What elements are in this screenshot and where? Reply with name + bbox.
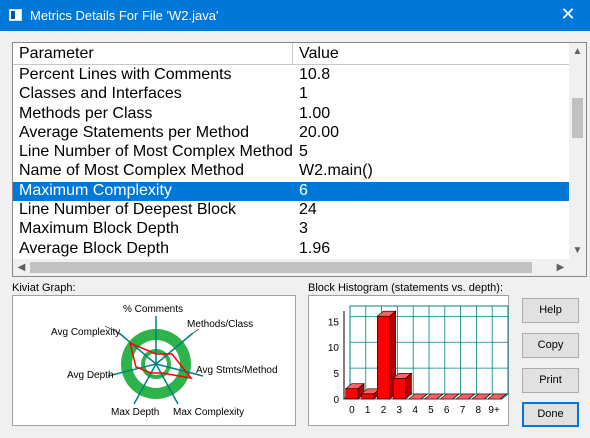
scroll-left-icon[interactable]: ◀ <box>13 259 30 276</box>
histogram-bar <box>361 393 375 400</box>
app-icon <box>9 9 22 21</box>
horizontal-scroll-thumb[interactable] <box>30 262 532 273</box>
column-header-parameter[interactable]: Parameter <box>19 45 94 63</box>
print-button[interactable]: Print <box>522 368 579 393</box>
kiviat-graph: % Comments Methods/Class Avg Stmts/Metho… <box>12 295 296 426</box>
parameter-cell: Methods per Class <box>19 104 153 122</box>
kiviat-axis-label: Avg Complexity <box>51 327 120 338</box>
histogram-x-tick-label: 2 <box>381 405 387 416</box>
parameter-cell: Line Number of Deepest Block <box>19 201 236 219</box>
histogram-x-tick-label: 5 <box>428 405 434 416</box>
parameter-cell: Percent Lines with Comments <box>19 66 232 83</box>
value-cell: 5 <box>299 143 308 161</box>
histogram-x-tick-label: 0 <box>349 405 355 416</box>
parameter-cell: Average Block Depth <box>19 239 170 257</box>
block-histogram: 15 10 5 0 0 1 2 3 4 5 6 7 8 9+ <box>308 295 510 426</box>
value-cell: 24 <box>299 201 317 219</box>
column-header-value[interactable]: Value <box>299 45 339 63</box>
value-cell: 10.8 <box>299 66 331 83</box>
parameter-cell: Classes and Interfaces <box>19 85 182 103</box>
close-button[interactable]: ✕ <box>546 0 590 31</box>
vertical-scroll-thumb[interactable] <box>572 98 583 138</box>
parameter-cell: Maximum Complexity <box>19 181 172 199</box>
copy-button[interactable]: Copy <box>522 333 579 358</box>
help-button[interactable]: Help <box>522 298 579 323</box>
histogram-y-tick-label: 5 <box>333 369 339 380</box>
kiviat-axis-label: Max Depth <box>111 407 159 418</box>
table-row[interactable]: Name of Most Complex Method W2.main() <box>13 162 569 181</box>
value-cell: 1.00 <box>299 104 331 122</box>
scroll-right-icon[interactable]: ▶ <box>552 259 569 276</box>
histogram-x-tick-label: 3 <box>397 405 403 416</box>
value-cell: 6 <box>299 181 308 199</box>
scroll-up-icon[interactable]: ▲ <box>569 43 586 60</box>
value-cell: 1.96 <box>299 239 331 257</box>
parameter-cell: Name of Most Complex Method <box>19 162 244 180</box>
histogram-y-tick-label: 15 <box>328 317 340 328</box>
horizontal-scrollbar[interactable]: ◀ ▶ <box>13 259 569 276</box>
histogram-x-tick-label: 8 <box>476 405 482 416</box>
kiviat-axis-label: Methods/Class <box>187 319 253 330</box>
table-header: Parameter Value <box>13 43 569 65</box>
histogram-x-tick-label: 7 <box>460 405 466 416</box>
histogram-y-tick-label: 10 <box>328 343 340 354</box>
table-row[interactable]: Percent Lines with Comments 10.8 <box>13 66 569 85</box>
kiviat-svg: % Comments Methods/Class Avg Stmts/Metho… <box>51 304 278 418</box>
dialog-body: Parameter Value Percent Lines with Comme… <box>1 31 589 438</box>
histogram-bar <box>345 388 359 400</box>
histogram-x-tick-label: 9+ <box>488 405 500 416</box>
table-row[interactable]: Line Number of Deepest Block 24 <box>13 201 569 220</box>
vertical-scrollbar[interactable]: ▲ ▼ <box>569 43 586 259</box>
table-rows: Percent Lines with Comments 10.8 Classes a… <box>13 66 569 259</box>
table-row[interactable]: Maximum Block Depth 3 <box>13 220 569 239</box>
kiviat-axis-label: % Comments <box>123 304 183 315</box>
histogram-svg: 1510500 1 2 3 4 5 6 7 8 9+ <box>328 305 510 416</box>
histogram-x-tick-label: 1 <box>365 405 371 416</box>
kiviat-axis-label: Avg Stmts/Method <box>196 365 278 376</box>
histogram-label: Block Histogram (statements vs. depth): <box>308 282 504 294</box>
value-cell: 1 <box>299 85 308 103</box>
parameter-cell: Maximum Block Depth <box>19 220 180 238</box>
value-cell: 20.00 <box>299 123 340 141</box>
histogram-x-tick-label: 4 <box>412 405 418 416</box>
value-cell: W2.main() <box>299 162 373 180</box>
table-row[interactable]: Classes and Interfaces 1 <box>13 85 569 104</box>
window-title: Metrics Details For File 'W2.java' <box>30 8 219 23</box>
histogram-bar <box>377 315 390 400</box>
title-bar[interactable]: Metrics Details For File 'W2.java' ✕ <box>0 0 590 31</box>
parameter-cell: Line Number of Most Complex Method <box>19 143 293 161</box>
table-row[interactable]: Average Block Depth 1.96 <box>13 240 569 259</box>
table-row[interactable]: Methods per Class 1.00 <box>13 105 569 124</box>
parameter-cell: Average Statements per Method <box>19 123 250 141</box>
done-button[interactable]: Done <box>522 402 579 427</box>
kiviat-axis-label: Max Complexity <box>173 407 244 418</box>
histogram-bar <box>392 377 406 400</box>
scrollbar-corner <box>569 259 586 276</box>
value-cell: 3 <box>299 220 308 238</box>
column-divider[interactable] <box>292 43 293 65</box>
table-row[interactable]: Line Number of Most Complex Method 5 <box>13 143 569 162</box>
histogram-y-tick-label: 0 <box>333 395 339 406</box>
metrics-table[interactable]: Parameter Value Percent Lines with Comme… <box>12 42 587 277</box>
histogram-x-tick-label: 6 <box>444 405 450 416</box>
kiviat-axis-label: Avg Depth <box>67 370 114 381</box>
table-row[interactable]: Average Statements per Method 20.00 <box>13 124 569 143</box>
scroll-down-icon[interactable]: ▼ <box>569 242 586 259</box>
table-row[interactable]: Maximum Complexity 6 <box>13 181 569 202</box>
kiviat-label: Kiviat Graph: <box>12 282 76 294</box>
